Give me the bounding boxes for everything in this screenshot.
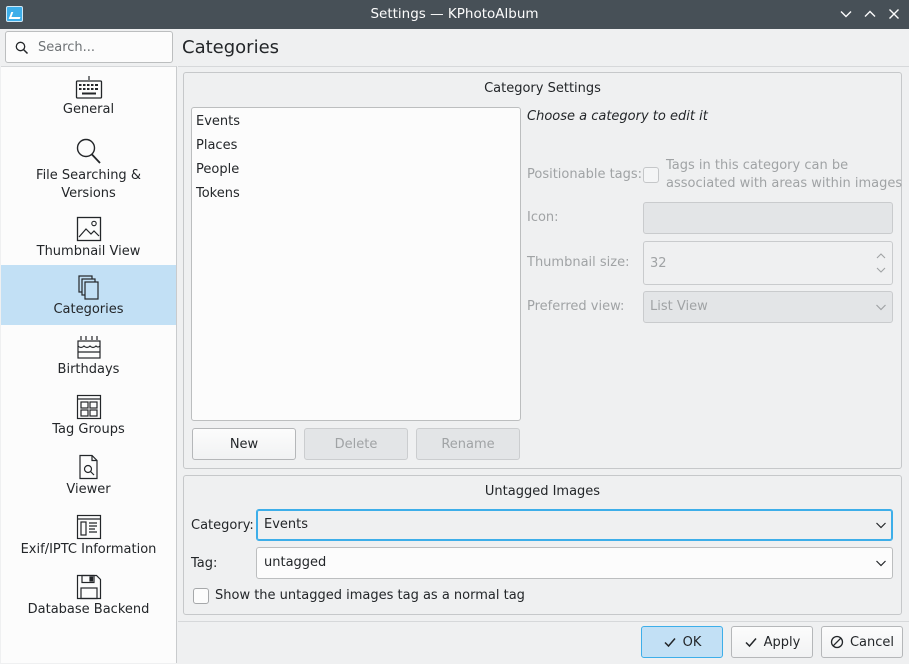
untagged-category-select[interactable]: Events xyxy=(256,509,893,541)
sidebar-item-label: Categories xyxy=(53,302,124,317)
sidebar-item-label: Birthdays xyxy=(57,362,120,377)
chevron-up-icon xyxy=(864,10,876,17)
minimize-button[interactable] xyxy=(836,4,856,24)
cancel-label: Cancel xyxy=(849,634,895,650)
sidebar-item-exif-iptc[interactable]: Exif/IPTC Information xyxy=(1,505,176,565)
cancel-button[interactable]: Cancel xyxy=(821,626,903,658)
sidebar-item-database-backend[interactable]: Database Backend xyxy=(1,565,176,625)
preferred-view-label: Preferred view: xyxy=(527,299,625,314)
chevron-down-icon xyxy=(840,11,852,18)
tag-groups-icon xyxy=(76,394,101,420)
positionable-tags-checkbox[interactable] xyxy=(643,167,659,183)
search-icon xyxy=(76,138,101,164)
positionable-tags-text: Tags in this category can be associated … xyxy=(666,157,902,193)
checkmark-icon xyxy=(745,638,757,648)
exif-icon xyxy=(76,514,101,540)
thumbnail-size-spinbox[interactable]: 32 xyxy=(643,241,893,285)
ok-label: OK xyxy=(682,634,702,650)
chevron-down-icon xyxy=(876,522,886,529)
checkmark-icon xyxy=(664,638,676,648)
chevron-down-icon xyxy=(876,304,886,311)
cancel-icon xyxy=(830,635,844,649)
sidebar-item-label: File Searching & xyxy=(36,168,141,183)
sidebar-item-categories[interactable]: Categories xyxy=(1,265,176,325)
sidebar-item-tag-groups[interactable]: Tag Groups xyxy=(1,385,176,445)
positionable-tags-label: Positionable tags: xyxy=(527,167,643,182)
cake-icon xyxy=(76,336,101,359)
search-box[interactable] xyxy=(5,31,173,63)
sidebar-item-viewer[interactable]: Viewer xyxy=(1,445,176,505)
sidebar-item-label: Tag Groups xyxy=(52,422,125,437)
positionable-tags-text-line1: Tags in this category can be xyxy=(666,158,849,173)
apply-label: Apply xyxy=(763,634,801,650)
group-title: Category Settings xyxy=(484,81,601,96)
maximize-button[interactable] xyxy=(860,4,880,24)
sidebar-item-file-searching[interactable]: File Searching & Versions xyxy=(1,133,176,207)
viewer-icon xyxy=(78,454,98,480)
page-title: Categories xyxy=(182,37,280,58)
positionable-tags-text-line2: associated with areas within images xyxy=(666,176,903,191)
spin-arrows-icon[interactable] xyxy=(876,252,886,274)
image-icon xyxy=(76,216,101,242)
close-window-button[interactable] xyxy=(884,4,904,24)
sidebar-item-label: General xyxy=(62,102,115,117)
ok-button[interactable]: OK xyxy=(641,626,723,658)
category-list[interactable]: Events Places People Tokens xyxy=(191,107,521,421)
list-item[interactable]: Events xyxy=(196,114,240,129)
delete-category-button[interactable]: Delete xyxy=(304,428,408,460)
save-icon xyxy=(76,574,101,600)
list-item[interactable]: Places xyxy=(196,138,237,153)
preferred-view-value: List View xyxy=(650,299,708,314)
header-divider xyxy=(178,66,909,67)
sidebar-item-label: Viewer xyxy=(66,482,111,497)
preferred-view-select[interactable]: List View xyxy=(643,291,893,323)
apply-button[interactable]: Apply xyxy=(731,626,813,658)
icon-field[interactable] xyxy=(643,202,893,234)
sidebar-item-general[interactable]: General xyxy=(1,67,176,125)
chevron-down-icon xyxy=(876,560,886,567)
close-icon xyxy=(889,9,899,19)
window-title: Settings — KPhotoAlbum xyxy=(370,6,539,22)
group-title: Untagged Images xyxy=(484,484,601,499)
sidebar-item-label-2: Versions xyxy=(61,186,116,201)
untagged-category-value: Events xyxy=(264,517,309,532)
title-bar: Settings — KPhotoAlbum xyxy=(0,0,909,29)
edit-hint: Choose a category to edit it xyxy=(527,109,708,124)
untagged-tag-label: Tag: xyxy=(191,556,218,571)
list-item[interactable]: Tokens xyxy=(196,186,240,201)
untagged-tag-value: untagged xyxy=(264,555,327,570)
icon-label: Icon: xyxy=(527,210,559,225)
sidebar-item-label: Thumbnail View xyxy=(36,244,141,259)
sidebar: General File Searching & Versions Thumbn… xyxy=(1,66,177,663)
sidebar-item-label: Exif/IPTC Information xyxy=(20,542,157,557)
button-bar-divider xyxy=(178,621,909,622)
categories-icon xyxy=(77,275,99,300)
new-category-button[interactable]: New xyxy=(192,428,296,460)
search-icon xyxy=(15,41,29,55)
list-item[interactable]: People xyxy=(196,162,239,177)
sidebar-item-label: Database Backend xyxy=(27,602,150,617)
search-input[interactable] xyxy=(38,38,168,57)
untagged-category-label: Category: xyxy=(191,518,254,533)
thumbnail-size-value: 32 xyxy=(650,256,667,271)
sidebar-item-birthdays[interactable]: Birthdays xyxy=(1,325,176,385)
show-untagged-tag-label[interactable]: Show the untagged images tag as a normal… xyxy=(215,588,525,603)
untagged-tag-select[interactable]: untagged xyxy=(256,547,893,579)
thumbnail-size-label: Thumbnail size: xyxy=(527,255,630,270)
keyboard-icon xyxy=(75,76,102,99)
rename-category-button[interactable]: Rename xyxy=(416,428,520,460)
sidebar-item-thumbnail-view[interactable]: Thumbnail View xyxy=(1,207,176,265)
show-untagged-tag-checkbox[interactable] xyxy=(193,588,209,604)
